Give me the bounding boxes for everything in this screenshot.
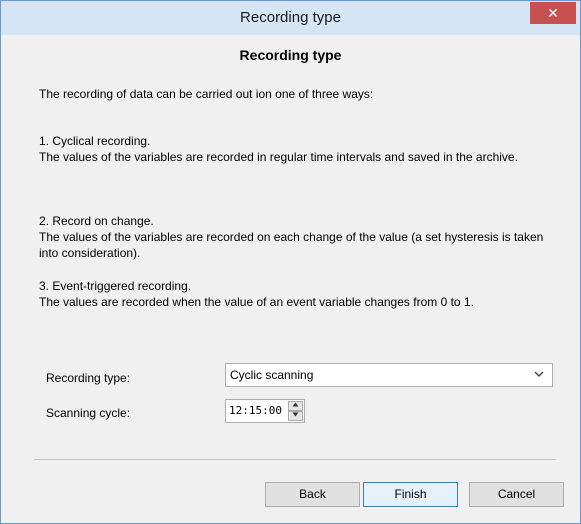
option-cyclical: 1. Cyclical recording. The values of the…: [39, 133, 559, 165]
recording-type-select[interactable]: Cyclic scanning: [225, 363, 553, 387]
close-icon: ✕: [547, 5, 559, 21]
page-heading: Recording type: [239, 47, 342, 63]
intro-text: The recording of data can be carried out…: [39, 87, 374, 101]
title-bar: Recording type ✕: [1, 1, 580, 35]
window-title: Recording type: [240, 9, 341, 26]
back-button[interactable]: Back: [265, 482, 360, 507]
arrow-up-icon[interactable]: [288, 401, 303, 411]
option-description: The values of the variables are recorded…: [39, 150, 518, 164]
recording-type-value: Cyclic scanning: [230, 368, 314, 382]
option-title: 3. Event-triggered recording.: [39, 279, 192, 293]
option-description: The values of the variables are recorded…: [39, 230, 544, 260]
chevron-down-icon[interactable]: [532, 364, 546, 386]
scanning-cycle-spinner[interactable]: 12:15:00: [225, 399, 305, 423]
dialog-window: Recording type ✕ Recording type The reco…: [0, 0, 581, 524]
option-event-triggered: 3. Event-triggered recording. The values…: [39, 278, 559, 310]
close-button[interactable]: ✕: [530, 2, 576, 24]
scanning-cycle-label: Scanning cycle:: [46, 406, 131, 420]
option-on-change: 2. Record on change. The values of the v…: [39, 213, 559, 261]
spinner-buttons: [288, 401, 303, 421]
option-title: 1. Cyclical recording.: [39, 134, 151, 148]
arrow-down-icon[interactable]: [288, 411, 303, 421]
dialog-body: [9, 35, 572, 516]
footer-divider: [34, 459, 556, 460]
cancel-button[interactable]: Cancel: [469, 482, 564, 507]
option-description: The values are recorded when the value o…: [39, 295, 474, 309]
option-title: 2. Record on change.: [39, 214, 154, 228]
finish-button[interactable]: Finish: [363, 482, 458, 507]
scanning-cycle-value[interactable]: 12:15:00: [229, 404, 282, 417]
recording-type-label: Recording type:: [46, 371, 131, 385]
